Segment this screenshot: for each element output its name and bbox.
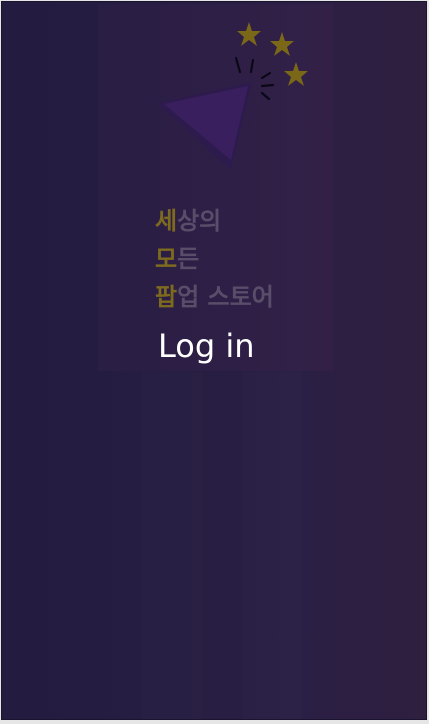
slogan-text: 상의 [177,207,222,235]
star-icon [237,22,261,46]
star-icon [270,32,294,56]
logo-graphic [156,22,308,170]
star-icon [284,62,308,86]
slogan-highlight: 세 [155,207,178,235]
slogan-highlight: 모 [155,245,178,273]
slogan: 세상의 모든 팝업 스토어 [155,202,274,316]
slogan-line-1: 세상의 [155,202,274,240]
slogan-line-3: 팝업 스토어 [155,278,274,316]
slogan-highlight: 팝 [155,283,178,311]
background-stripe [142,372,202,719]
app-screen: 세상의 모든 팝업 스토어 Log in [1,1,427,720]
slogan-text: 든 [177,245,200,273]
slogan-text: 업 스토어 [177,283,274,311]
slogan-line-2: 모든 [155,240,274,278]
background-stripe [242,372,302,719]
login-button[interactable]: Log in [158,327,255,365]
